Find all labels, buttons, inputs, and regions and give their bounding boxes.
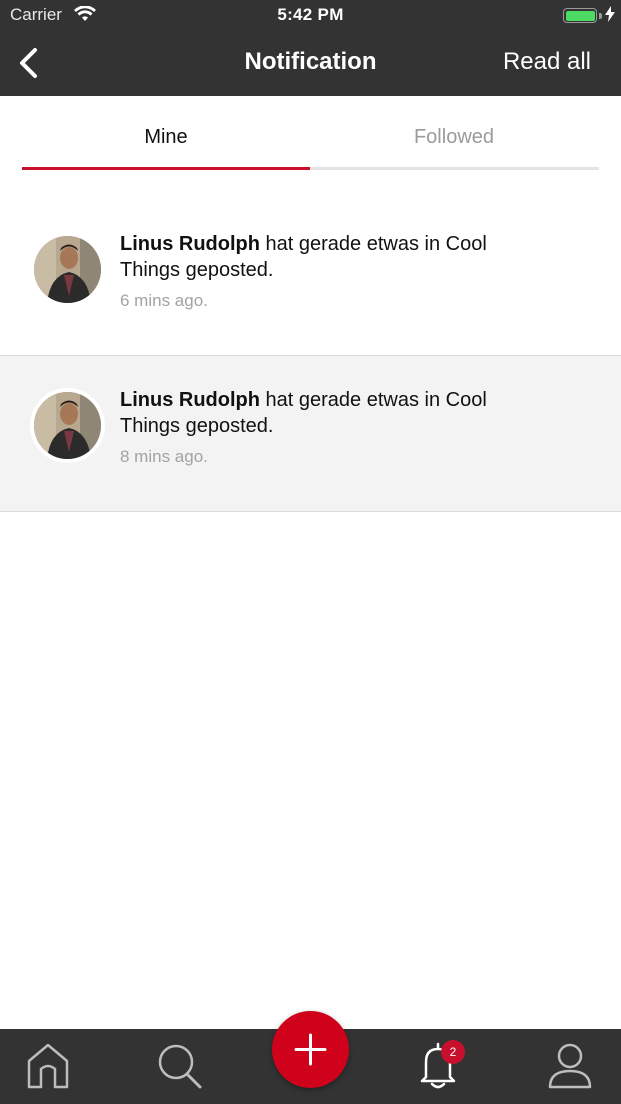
avatar[interactable] <box>34 236 101 303</box>
charging-icon <box>605 6 615 27</box>
add-post-button[interactable] <box>272 1011 349 1088</box>
tab-mine[interactable]: Mine <box>22 126 310 149</box>
tab-active-indicator <box>22 167 310 170</box>
profile-icon <box>548 1043 592 1089</box>
notification-time: 6 mins ago. <box>120 291 208 310</box>
avatar[interactable] <box>30 388 105 463</box>
home-icon <box>27 1043 69 1089</box>
notification-count-badge: 2 <box>441 1040 465 1064</box>
notification-list: Linus Rudolph hat gerade etwas in Cool T… <box>0 200 621 512</box>
notification-author[interactable]: Linus Rudolph <box>120 389 260 411</box>
notification-item[interactable]: Linus Rudolph hat gerade etwas in Cool T… <box>0 200 621 356</box>
notification-author[interactable]: Linus Rudolph <box>120 233 260 255</box>
profile-tab[interactable] <box>546 1041 594 1091</box>
battery-tip <box>599 13 602 19</box>
search-icon <box>158 1044 202 1089</box>
notification-message: Linus Rudolph hat gerade etwas in Cool T… <box>120 387 540 439</box>
tab-followed[interactable]: Followed <box>310 126 598 149</box>
plus-icon <box>294 1033 327 1066</box>
home-tab[interactable] <box>24 1041 72 1091</box>
search-tab[interactable] <box>155 1041 203 1091</box>
status-bar: Carrier 5:42 PM <box>0 0 621 32</box>
status-time: 5:42 PM <box>277 5 344 24</box>
tab-bar-segment: Mine Followed <box>22 96 599 172</box>
battery-icon <box>563 8 597 23</box>
navigation-bar: Notification Read all <box>0 32 621 96</box>
read-all-button[interactable]: Read all <box>503 48 591 76</box>
top-bar: Carrier 5:42 PM Notification Read all <box>0 0 621 96</box>
notification-message: Linus Rudolph hat gerade etwas in Cool T… <box>120 231 540 283</box>
notification-item[interactable]: Linus Rudolph hat gerade etwas in Cool T… <box>0 356 621 512</box>
notification-time: 8 mins ago. <box>120 447 208 466</box>
